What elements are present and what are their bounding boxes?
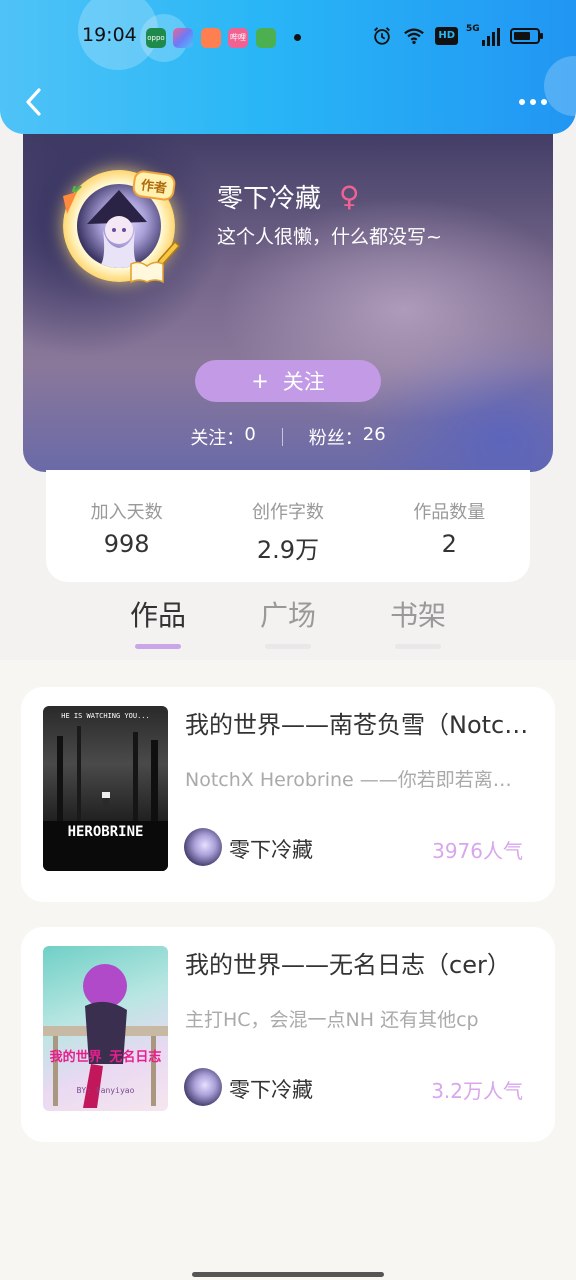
stat-works-count: 作品数量 2	[369, 470, 530, 582]
follow-button[interactable]: + 关注	[195, 360, 381, 402]
author-stats-card: 加入天数 998 创作字数 2.9万 作品数量 2	[46, 470, 530, 582]
stat-label: 作品数量	[413, 502, 486, 523]
book-popularity: 3976人气	[432, 839, 523, 863]
fans-value: 26	[362, 424, 386, 445]
battery-level	[514, 32, 530, 40]
cover-tagline: HE IS WATCHING YOU...	[61, 712, 150, 720]
book-description: NotchX Herobrine ——你若即若离的背影	[185, 769, 525, 791]
assistant-app-icon	[173, 28, 193, 48]
book-title: 我的世界——南苍负雪（NotchX Herobrine）	[185, 711, 535, 739]
stat-value: 2.9万	[256, 536, 320, 564]
plus-icon: +	[251, 369, 269, 393]
book-card[interactable]: 我的世界 无名日志 BY: Fanyiyao 我的世界——无名日志（cer） 主…	[21, 927, 555, 1142]
cover-title: 我的世界 无名日志	[49, 1050, 162, 1065]
tab-label: 书架	[389, 599, 446, 632]
battery-icon	[510, 28, 543, 44]
back-button[interactable]	[14, 82, 54, 122]
avatar	[184, 1068, 222, 1106]
profile-tabs: 作品 广场 书架	[0, 582, 576, 662]
carrot-icon	[63, 186, 82, 214]
book-description: 主打HC，会混一点NH 还有其他cp	[185, 1009, 479, 1031]
stat-word-count: 创作字数 2.9万	[207, 470, 368, 582]
alarm-icon	[374, 27, 391, 45]
stats-divider	[281, 428, 283, 446]
stat-join-days: 加入天数 998	[46, 470, 207, 582]
cover-title: HEROBRINE	[67, 824, 144, 840]
female-gender-icon: ♀	[339, 180, 360, 213]
book-author: 零下冷藏	[229, 1078, 313, 1102]
profile-username: 零下冷藏	[217, 184, 322, 214]
hd-badge: HD	[435, 27, 458, 45]
multitask-app-icon	[256, 28, 276, 48]
tab-underline	[395, 644, 441, 649]
more-dots-icon	[519, 99, 525, 105]
cover-forest-art	[43, 726, 168, 871]
follow-button-label: 关注	[282, 370, 325, 394]
status-right-group: HD 5G	[371, 24, 543, 46]
following-count[interactable]: 关注： 0	[190, 424, 255, 450]
tab-underline	[135, 644, 181, 649]
stat-value: 2	[441, 530, 457, 558]
book-card[interactable]: HE IS WATCHING YOU... HEROBRINE 我的世界——南苍…	[21, 687, 555, 902]
following-label: 关注：	[190, 428, 245, 449]
home-indicator[interactable]	[192, 1272, 384, 1277]
status-bar: 19:04 oppo 哔哩 HD 5G	[0, 18, 576, 54]
book-icon	[130, 261, 164, 284]
chevron-left-icon	[26, 88, 41, 116]
following-value: 0	[244, 424, 256, 445]
wifi-icon	[404, 28, 425, 45]
network-type-label: 5G	[466, 24, 480, 34]
tab-bookshelf[interactable]: 书架	[373, 594, 463, 649]
tab-works[interactable]: 作品	[113, 594, 203, 649]
profile-banner: 作者 零下冷藏 ♀ 这个人很懒，什么都没写~ + 关注 关注： 0 粉丝： 26	[23, 110, 553, 472]
book-popularity: 3.2万人气	[431, 1079, 523, 1103]
top-header: 19:04 oppo 哔哩 HD 5G	[0, 0, 576, 134]
fans-count[interactable]: 粉丝： 26	[309, 424, 386, 450]
stat-value: 998	[103, 530, 150, 558]
books-app-icon	[201, 28, 221, 48]
more-options-button[interactable]	[516, 92, 550, 112]
follow-stats: 关注： 0 粉丝： 26	[23, 424, 553, 450]
oppo-app-icon: oppo	[146, 28, 166, 48]
signal-icon: 5G	[466, 24, 500, 46]
stat-label: 加入天数	[90, 502, 163, 523]
stat-label: 创作字数	[251, 502, 324, 523]
author-avatar-frame[interactable]: 作者	[63, 169, 181, 284]
tab-label: 作品	[129, 599, 186, 632]
fans-label: 粉丝：	[308, 428, 363, 449]
book-cover: 我的世界 无名日志 BY: Fanyiyao	[43, 946, 168, 1111]
profile-bio: 这个人很懒，什么都没写~	[217, 226, 442, 248]
book-title: 我的世界——无名日志（cer）	[185, 951, 511, 979]
bilibili-app-icon: 哔哩	[228, 28, 248, 48]
notification-dot-icon	[294, 34, 301, 41]
tab-underline	[265, 644, 311, 649]
book-author: 零下冷藏	[229, 838, 313, 862]
avatar	[184, 828, 222, 866]
cover-byline: BY: Fanyiyao	[76, 1086, 135, 1095]
status-time: 19:04	[82, 24, 137, 46]
tab-label: 广场	[259, 599, 316, 632]
book-cover: HE IS WATCHING YOU... HEROBRINE	[43, 706, 168, 871]
tab-square[interactable]: 广场	[243, 594, 333, 649]
